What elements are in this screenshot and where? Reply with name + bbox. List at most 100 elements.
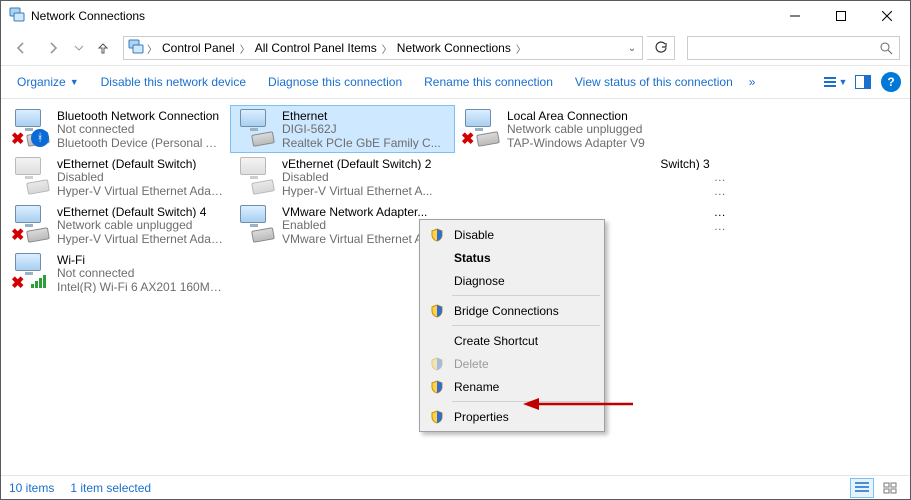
adapter-icon: [236, 205, 276, 245]
window-controls: [772, 1, 910, 31]
ctx-label: Delete: [454, 357, 489, 371]
adapter-device: VMware Virtual Ethernet A...: [282, 232, 433, 245]
adapter-vethernet-4[interactable]: ✖ vEthernet (Default Switch) 4Network ca…: [5, 201, 230, 249]
ctx-delete: Delete: [422, 352, 602, 375]
content-area: ✖ᚼ Bluetooth Network ConnectionNot conne…: [1, 99, 910, 477]
chevron-right-icon[interactable]: 〉: [513, 41, 529, 56]
ctx-label: Rename: [454, 380, 499, 394]
adapter-vethernet-3[interactable]: Switch) 3 pplugged: [455, 153, 735, 201]
adapter-wifi[interactable]: ✖ Wi-FiNot connectedIntel(R) Wi-Fi 6 AX2…: [5, 249, 230, 297]
navigation-row: 〉 Control Panel 〉 All Control Panel Item…: [1, 31, 910, 65]
window-title: Network Connections: [31, 9, 145, 23]
adapter-device: TAP-Windows Adapter V9: [507, 136, 645, 149]
ctx-status[interactable]: Status: [422, 246, 602, 269]
help-button[interactable]: ?: [878, 70, 904, 94]
view-details-button[interactable]: [850, 478, 874, 498]
ctx-rename[interactable]: Rename: [422, 375, 602, 398]
breadcrumb-control-panel[interactable]: Control Panel: [160, 41, 237, 55]
adapter-name: vEthernet (Default Switch) 4: [57, 205, 224, 218]
item-count: 10 items: [9, 481, 54, 495]
breadcrumb-all-items[interactable]: All Control Panel Items: [253, 41, 379, 55]
adapter-icon: [236, 157, 276, 197]
adapter-icon: ✖ᚼ: [11, 109, 51, 149]
recent-dropdown[interactable]: [71, 36, 87, 60]
disconnected-icon: ✖: [11, 225, 24, 245]
refresh-button[interactable]: [647, 36, 675, 60]
adapter-status: Network cable unplugged: [507, 122, 645, 135]
app-icon: [9, 7, 25, 26]
chevron-right-icon[interactable]: 〉: [379, 41, 395, 56]
adapter-device: Intel(R) Wi-Fi 6 AX201 160MHz: [57, 280, 224, 293]
address-dropdown[interactable]: ⌄: [622, 43, 642, 54]
adapter-device: Hyper-V Virtual Ethernet A...: [282, 184, 433, 197]
adapter-name: Adapter VMnet8: [657, 205, 729, 219]
ctx-diagnose[interactable]: Diagnose: [422, 269, 602, 292]
chevron-right-icon[interactable]: 〉: [237, 41, 253, 56]
adapter-name: Wi-Fi: [57, 253, 224, 266]
rename-connection-button[interactable]: Rename this connection: [414, 71, 563, 93]
adapter-icon: [236, 109, 276, 149]
adapter-name: vEthernet (Default Switch) 2: [282, 157, 433, 170]
up-button[interactable]: [91, 36, 115, 60]
disconnected-icon: ✖: [461, 129, 474, 149]
adapter-local-area[interactable]: ✖ Local Area ConnectionNetwork cable unp…: [455, 105, 680, 153]
ctx-disable[interactable]: Disable: [422, 223, 602, 246]
ctx-label: Bridge Connections: [454, 304, 559, 318]
adapter-status: Network cable unplugged: [57, 218, 224, 231]
adapter-name: vEthernet (Default Switch): [57, 157, 224, 170]
adapter-device: Hyper-V Virtual Ethernet Adapter: [57, 184, 224, 197]
adapter-icon: ✖: [11, 253, 51, 293]
minimize-button[interactable]: [772, 1, 818, 31]
adapter-status: Not connected: [57, 122, 224, 135]
separator: [452, 401, 600, 402]
diagnose-connection-button[interactable]: Diagnose this connection: [258, 71, 412, 93]
adapter-name: Local Area Connection: [507, 109, 645, 122]
title-bar: Network Connections: [1, 1, 910, 31]
address-icon: [128, 39, 144, 58]
status-bar: 10 items 1 item selected: [1, 475, 910, 499]
forward-button[interactable]: [39, 36, 67, 60]
adapter-icon: ✖: [461, 109, 501, 149]
disconnected-icon: ✖: [11, 273, 24, 293]
view-options-button[interactable]: ▼: [822, 70, 848, 94]
close-button[interactable]: [864, 1, 910, 31]
overflow-button[interactable]: »: [745, 71, 760, 93]
adapter-status: pplugged: [657, 170, 729, 183]
adapter-status: Disabled: [282, 170, 433, 183]
maximize-button[interactable]: [818, 1, 864, 31]
ctx-label: Create Shortcut: [454, 334, 538, 348]
separator: [452, 325, 600, 326]
breadcrumb-network-connections[interactable]: Network Connections: [395, 41, 513, 55]
chevron-right-icon[interactable]: 〉: [144, 41, 160, 56]
view-large-icons-button[interactable]: [878, 478, 902, 498]
adapter-vethernet-1[interactable]: vEthernet (Default Switch)DisabledHyper-…: [5, 153, 230, 201]
adapter-bluetooth[interactable]: ✖ᚼ Bluetooth Network ConnectionNot conne…: [5, 105, 230, 153]
address-bar[interactable]: 〉 Control Panel 〉 All Control Panel Item…: [123, 36, 643, 60]
organize-menu[interactable]: Organize▼: [7, 71, 89, 93]
search-input[interactable]: [687, 36, 900, 60]
disable-device-button[interactable]: Disable this network device: [91, 71, 256, 93]
ctx-label: Properties: [454, 410, 509, 424]
search-icon: [879, 41, 893, 55]
ctx-bridge[interactable]: Bridge Connections: [422, 299, 602, 322]
disconnected-icon: ✖: [11, 129, 24, 149]
adapter-ethernet[interactable]: EthernetDIGI-562JRealtek PCIe GbE Family…: [230, 105, 455, 153]
adapter-status: Disabled: [57, 170, 224, 183]
bluetooth-icon: ᚼ: [31, 129, 49, 147]
adapter-icon: ✖: [11, 205, 51, 245]
ctx-properties[interactable]: Properties: [422, 405, 602, 428]
adapter-vethernet-2[interactable]: vEthernet (Default Switch) 2DisabledHype…: [230, 153, 455, 201]
back-button[interactable]: [7, 36, 35, 60]
preview-pane-button[interactable]: [850, 70, 876, 94]
adapter-device: Adapter ...: [657, 184, 729, 197]
adapter-status: Enabled: [282, 218, 433, 231]
ctx-label: Status: [454, 251, 491, 265]
ctx-create-shortcut[interactable]: Create Shortcut: [422, 329, 602, 352]
adapter-device: Hyper-V Virtual Ethernet Adapter ...: [57, 232, 224, 245]
adapter-icon: [11, 157, 51, 197]
view-status-button[interactable]: View status of this connection: [565, 71, 743, 93]
selection-count: 1 item selected: [70, 481, 151, 495]
adapter-name: Ethernet: [282, 109, 441, 122]
adapter-name: Switch) 3: [507, 157, 729, 170]
command-bar: Organize▼ Disable this network device Di…: [1, 65, 910, 99]
